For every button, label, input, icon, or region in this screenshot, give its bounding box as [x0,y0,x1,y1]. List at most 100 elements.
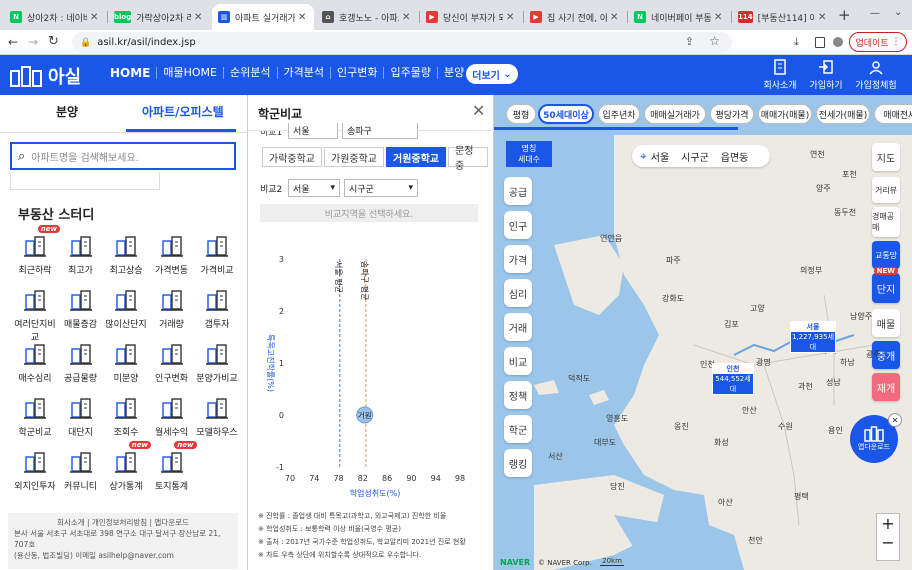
study-item[interactable]: 외지인투자 [12,449,58,492]
menu-item[interactable]: 입주물량 [384,67,438,79]
map-right-button[interactable]: 단지 NEW [872,267,900,303]
study-item[interactable]: 최고가 [58,233,104,276]
school-chip[interactable]: 거원중학교 [386,147,446,167]
sidepanel-icon[interactable] [815,37,825,48]
study-item[interactable]: 학군비교 [12,395,58,438]
download-icon[interactable]: ⤓ [794,35,799,49]
map-filter-tab[interactable]: 매매실거래가 [644,104,706,124]
map-left-button[interactable]: 심리 [504,279,532,307]
window-chevron-icon[interactable]: ⌄ [894,7,902,18]
menu-item[interactable]: 순위분석 [224,67,278,79]
map-left-button[interactable]: 학군 [504,415,532,443]
close-icon[interactable]: ✕ [472,101,485,120]
map-legend[interactable]: 명칭 세대수 [506,141,552,167]
map-right-button[interactable]: 지도 [872,143,900,171]
map-filter-tab[interactable]: 입주년차 [598,104,640,124]
map-filter-tab[interactable]: 평당가격 [710,104,754,124]
study-item[interactable]: 많이산단지 [103,287,149,330]
row2-district-select[interactable]: 시구군 ▾ [344,179,418,197]
browser-tab[interactable]: ▶ 당신이 부자가 되는✕ [420,4,522,30]
row1-district-select[interactable]: 송파구 [342,123,418,139]
update-button[interactable]: 업데이트 ⋮ [849,32,907,52]
map-left-button[interactable]: 공급 [504,177,532,205]
tab-presale[interactable]: 분양 [56,103,78,120]
map-filter-tab[interactable]: 50세대이상 [538,104,594,124]
region-town[interactable]: 읍면동 [721,149,749,164]
tab-close-icon[interactable]: ✕ [194,12,204,23]
nav-company[interactable]: 회사소개 [758,59,802,91]
study-item[interactable]: 공급물량 [58,341,104,384]
map-right-button[interactable]: 재개 [872,373,900,401]
school-chip[interactable]: 가원중학교 [324,147,384,167]
study-item[interactable]: 월세수익 [149,395,195,438]
browser-tab[interactable]: 114 [부동산114] 아파트✕ [732,4,834,30]
study-item[interactable]: 갭투자 [194,287,240,330]
map-right-button[interactable]: 매물 [872,309,900,337]
row1-city-select[interactable]: 서울 [288,123,338,139]
browser-tab[interactable]: ▥ 아파트 실거래가, 분✕ [212,4,314,30]
browser-tab[interactable]: N 상아2차 : 네이버 통✕ [4,4,106,30]
map-filter-tab[interactable]: 전세가(매물) [816,104,870,124]
tab-close-icon[interactable]: ✕ [610,12,620,23]
menu-item[interactable]: 가격분석 [278,67,331,79]
share-icon[interactable]: ⇪ [685,35,694,48]
school-chip[interactable]: 문정중 [448,146,488,172]
study-item[interactable]: 거래량 [149,287,195,330]
study-item[interactable]: 대단지 [58,395,104,438]
map-left-button[interactable]: 인구 [504,211,532,239]
school-chip[interactable]: 가락중학교 [262,147,322,167]
study-item[interactable]: 커뮤니티 [58,449,104,492]
map-left-button[interactable]: 정책 [504,381,532,409]
tab-close-icon[interactable]: ✕ [90,12,100,23]
close-icon[interactable]: ✕ [888,413,902,427]
nav-trial[interactable]: 가입정체험 [854,59,898,91]
study-item[interactable]: 최고상승 [103,233,149,276]
map-left-button[interactable]: 비교 [504,347,532,375]
study-item[interactable]: 모델하우스 [194,395,240,438]
tab-close-icon[interactable]: ✕ [402,12,412,23]
url-field[interactable]: 🔒 asil.kr/asil/index.jsp ⇪ ☆ [72,32,732,53]
map-left-button[interactable]: 거래 [504,313,532,341]
region-district[interactable]: 시구군 [681,149,709,164]
map-filter-tab[interactable]: 평형 [506,104,536,124]
study-item[interactable]: 인구변화 [149,341,195,384]
footer-links[interactable]: 회사소개 | 개인정보처리방침 | 앱다운로드 [14,517,232,528]
region-city[interactable]: 서울 [651,149,669,164]
menu-item[interactable]: 매물HOME [157,67,225,79]
incheon-marker[interactable]: 인천 544,552세대 [712,363,754,395]
profile-icon[interactable] [833,37,843,47]
map-filter-tab[interactable]: 매매가(매물) [758,104,812,124]
nav-signup[interactable]: 가입하기 [804,59,848,91]
map-left-button[interactable]: 가격 [504,245,532,273]
study-item[interactable]: new 토지통계 [149,441,197,492]
seoul-marker[interactable]: 서울 1,227,935세대 [790,321,836,353]
map-right-button[interactable]: 거리뷰 [872,177,900,203]
tab-apartment[interactable]: 아파트/오피스텔 [142,103,224,120]
map-right-button[interactable]: 경매공매 [872,207,900,237]
forward-icon[interactable]: → [28,35,38,49]
study-item[interactable]: 가격비교 [194,233,240,276]
apartment-search-input[interactable]: ⌕ 아파트명을 검색해보세요. [10,142,236,170]
study-item[interactable]: 분양가비교 [194,341,240,384]
browser-tab[interactable]: ▶ 집 사기 전에, 아파트✕ [524,4,626,30]
tab-close-icon[interactable]: ✕ [506,12,516,23]
tab-close-icon[interactable]: ✕ [818,12,828,23]
row2-city-select[interactable]: 서울 ▾ [288,179,340,197]
study-item[interactable]: 조회수 [103,395,149,438]
bookmark-star-icon[interactable]: ☆ [709,34,720,48]
tab-close-icon[interactable]: ✕ [298,12,308,23]
study-item[interactable]: new 상가통계 [103,441,151,492]
browser-tab[interactable]: blog 가락상아2차 리모델✕ [108,4,210,30]
map-left-button[interactable]: 랭킹 [504,449,532,477]
browser-tab[interactable]: ⌂ 호갱노노 - 아파트 실✕ [316,4,418,30]
tab-close-icon[interactable]: ✕ [714,12,724,23]
map-panel[interactable]: 평형50세대이상입주년차매매실거래가평당가격매매가(매물)전세가(매물)매매전세… [494,95,912,570]
zoom-out-icon[interactable]: − [881,533,894,552]
menu-item[interactable]: HOME [104,67,158,79]
study-item[interactable]: new 최근하락 [12,225,60,276]
map-right-button[interactable]: 교통망 [872,241,900,269]
study-item[interactable]: 여러단지비교 [12,287,58,343]
more-button[interactable]: 더보기 ⌄ [466,64,518,84]
new-tab-icon[interactable]: + [838,6,851,24]
study-item[interactable]: 가격변동 [149,233,195,276]
